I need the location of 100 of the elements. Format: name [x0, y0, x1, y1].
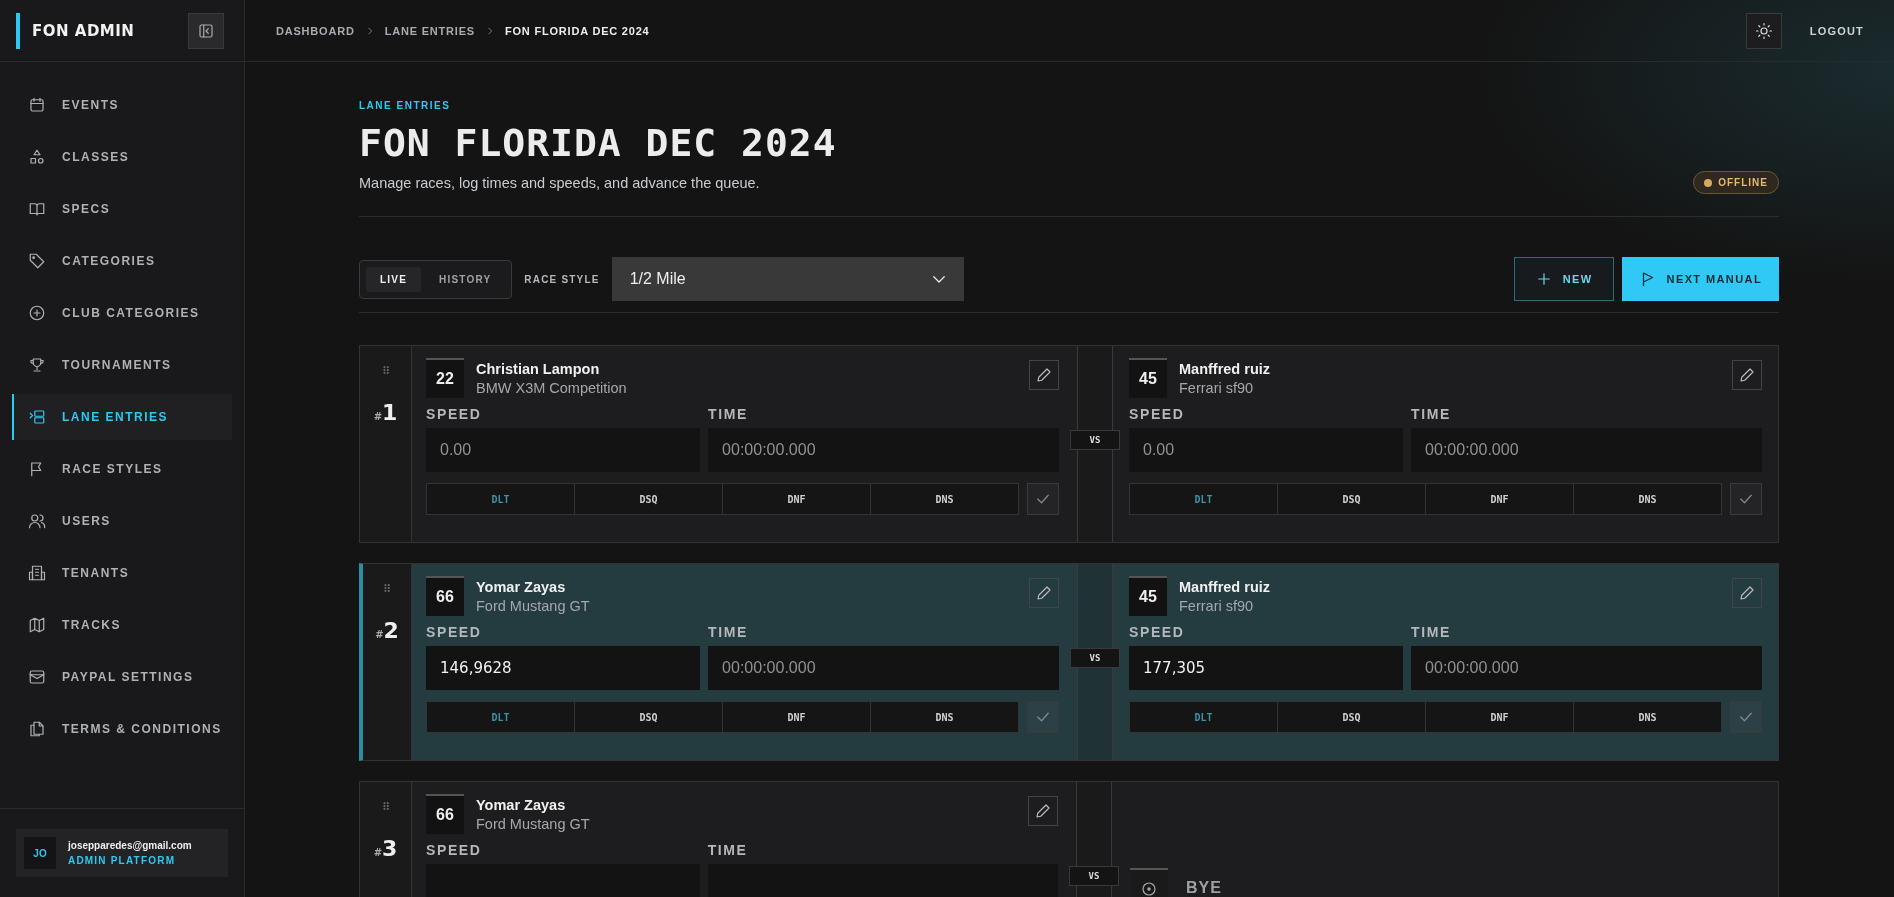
status-button[interactable]: DSQ — [1278, 484, 1426, 514]
collapse-button[interactable] — [188, 12, 224, 49]
driver-name: Christian Lampon — [476, 360, 601, 377]
nav-item[interactable]: RACE STYLES — [12, 446, 232, 492]
field-label: SPEED — [1129, 624, 1186, 640]
race-number: #1 — [373, 400, 398, 425]
new-button[interactable]: NEW — [1513, 257, 1614, 301]
trophy-icon — [28, 356, 46, 374]
speed-input[interactable]: 0.00 — [426, 428, 701, 472]
view-tab[interactable]: HISTORY — [425, 266, 506, 292]
car-number: 45 — [1129, 358, 1167, 398]
status-button[interactable]: DSQ — [575, 702, 723, 732]
nav-item[interactable]: TRACKS — [12, 602, 232, 648]
files-icon — [28, 720, 46, 738]
edit-button[interactable] — [1029, 578, 1059, 608]
edit-button[interactable] — [1029, 360, 1059, 390]
car-model: Ferrari sf90 — [1179, 597, 1255, 614]
drag-handle-icon — [382, 582, 392, 594]
drag-handle-icon — [380, 800, 391, 812]
nav-item[interactable]: LANE ENTRIES — [12, 394, 232, 440]
nav-item[interactable]: TOURNAMENTS — [12, 342, 232, 388]
edit-button[interactable] — [1028, 796, 1058, 826]
vs-label: VS — [1070, 430, 1120, 450]
status-button[interactable]: DNF — [723, 484, 871, 514]
tag-icon — [28, 252, 46, 270]
nav-item[interactable]: SPECS — [12, 186, 232, 232]
status-button[interactable]: DLT — [427, 484, 575, 514]
car-number: 45 — [1129, 576, 1167, 616]
page-title: FON FLORIDA DEC 2024 — [359, 121, 838, 165]
car-number: 66 — [426, 794, 464, 834]
pencil-icon — [1738, 584, 1756, 602]
sun-icon — [1754, 21, 1773, 40]
time-input[interactable]: 00:00:00.000 — [708, 428, 1059, 472]
logout-button[interactable]: LOGOUT — [1809, 18, 1864, 43]
vs-label: VS — [1069, 866, 1119, 886]
user-email: josepparedes@gmail.com — [68, 840, 192, 851]
speed-input[interactable]: 146,9628 — [426, 646, 701, 690]
nav-item[interactable]: CATEGORIES — [12, 238, 232, 284]
time-input[interactable]: 00:00:00.000 — [1411, 428, 1762, 472]
driver-name: Yomar Zayas — [476, 578, 567, 595]
race-style-select[interactable]: 1/2 Mile — [611, 257, 964, 301]
nav-item[interactable]: CLUB CATEGORIES — [12, 290, 232, 336]
lanes-icon — [28, 408, 46, 426]
edit-button[interactable] — [1732, 578, 1762, 608]
driver-name: Manffred ruiz — [1179, 578, 1272, 595]
field-label: TIME — [1411, 406, 1452, 422]
field-label: SPEED — [426, 842, 483, 858]
field-label: TIME — [1411, 624, 1452, 640]
time-input[interactable]: 00:00:00.000 — [1411, 646, 1762, 690]
field-label: SPEED — [426, 406, 483, 422]
status-button[interactable]: DNS — [871, 484, 1018, 514]
race-number: #3 — [373, 836, 398, 861]
shapes-icon — [28, 148, 46, 166]
car-model: Ford Mustang GT — [476, 815, 591, 832]
pencil-icon — [1035, 584, 1053, 602]
page-eyebrow: LANE ENTRIES — [359, 100, 452, 111]
breadcrumb-link[interactable]: DASHBOARD — [276, 24, 355, 37]
speed-input[interactable]: 177,305 — [1129, 646, 1404, 690]
status-button[interactable]: DNF — [723, 702, 871, 732]
next-manual-button[interactable]: NEXT MANUAL — [1621, 257, 1779, 301]
status-button[interactable]: DNF — [1426, 702, 1574, 732]
nav-item[interactable]: USERS — [12, 498, 232, 544]
page-subtitle: Manage races, log times and speeds, and advance the queue. — [359, 174, 760, 191]
sidebar-collapse-icon — [197, 21, 215, 40]
vs-label: VS — [1070, 648, 1120, 668]
field-label: TIME — [708, 406, 749, 422]
field-label: TIME — [708, 624, 749, 640]
driver-name: Manffred ruiz — [1179, 360, 1272, 377]
status-button[interactable]: DLT — [1130, 484, 1278, 514]
car-number: 66 — [426, 576, 464, 616]
time-input[interactable]: 00:00:00.000 — [708, 646, 1059, 690]
speed-input[interactable]: 0.00 — [1129, 428, 1404, 472]
status-button[interactable]: DNS — [1574, 702, 1721, 732]
breadcrumb-link[interactable]: FON FLORIDA DEC 2024 — [505, 24, 650, 37]
nav-item[interactable]: PAYPAL SETTINGS — [12, 654, 232, 700]
theme-toggle-button[interactable] — [1745, 12, 1782, 49]
breadcrumb-link[interactable]: LANE ENTRIES — [384, 24, 475, 37]
status-button[interactable]: DNS — [1574, 484, 1721, 514]
building-icon — [28, 564, 46, 582]
race-style-label: RACE STYLE — [524, 273, 600, 285]
view-tab[interactable]: LIVE — [366, 266, 422, 292]
nav-item[interactable]: TENANTS — [12, 550, 232, 596]
car-model: Ferrari sf90 — [1179, 379, 1255, 396]
plus-circle-icon — [28, 304, 46, 322]
edit-button[interactable] — [1732, 360, 1762, 390]
status-button[interactable]: DSQ — [575, 484, 723, 514]
accent-bar — [16, 12, 20, 49]
status-button[interactable]: DLT — [427, 702, 575, 732]
nav-item[interactable]: TERMS & CONDITIONS — [12, 706, 232, 752]
bye-label: BYE — [1186, 879, 1222, 897]
users-icon — [28, 512, 46, 530]
status-button[interactable]: DSQ — [1278, 702, 1426, 732]
nav-item[interactable]: CLASSES — [12, 134, 232, 180]
driver-name: Yomar Zayas — [476, 796, 567, 813]
nav-item[interactable]: EVENTS — [12, 82, 232, 128]
status-button[interactable]: DLT — [1130, 702, 1278, 732]
user-avatar: JO — [24, 837, 56, 869]
target-icon — [1140, 880, 1158, 897]
status-button[interactable]: DNS — [871, 702, 1018, 732]
status-button[interactable]: DNF — [1426, 484, 1574, 514]
